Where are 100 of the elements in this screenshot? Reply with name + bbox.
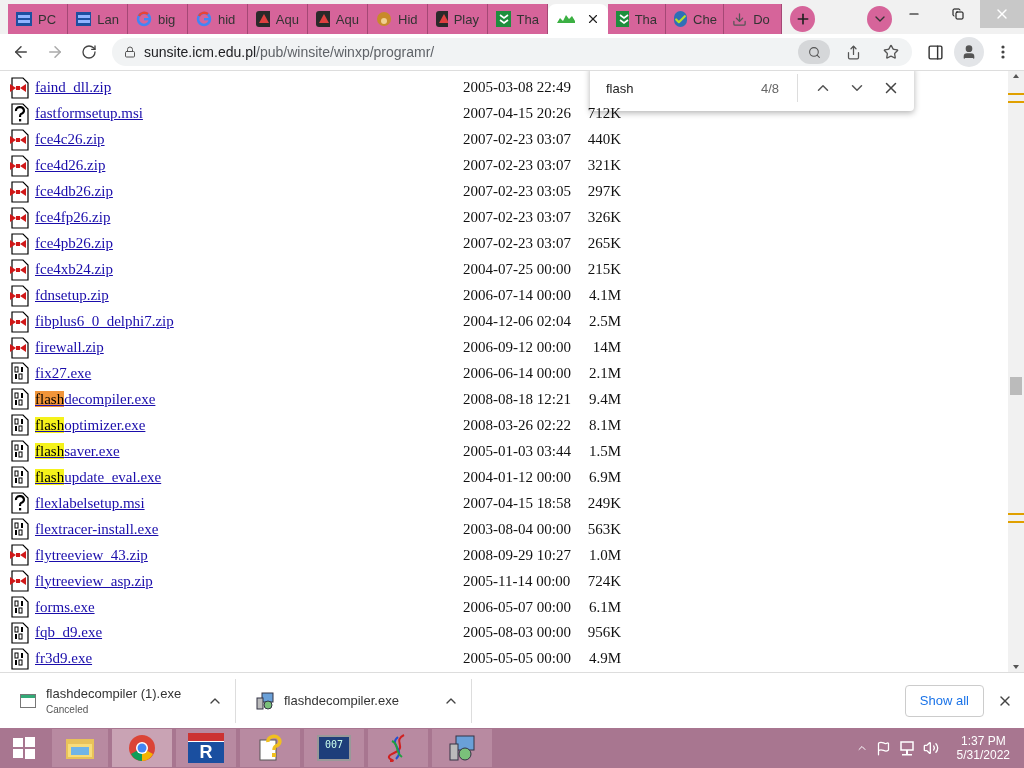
forward-arrow-icon — [46, 43, 64, 61]
date-text: 2005-05-05 00:00 — [463, 650, 572, 668]
browser-tab[interactable]: Aqu — [248, 4, 308, 34]
restore-icon — [952, 8, 964, 20]
compressed-file-icon — [10, 258, 30, 281]
match-count: 4/8 — [760, 80, 779, 96]
browser-tab[interactable]: Aqu — [308, 4, 368, 34]
size-text: 712K — [587, 105, 621, 123]
tab-search-button[interactable] — [867, 6, 892, 32]
file-link[interactable]: fibplus6_0_delphi7.zip — [35, 313, 174, 330]
file-link[interactable]: flashsaver.exe — [35, 442, 120, 459]
file-link[interactable]: faind_dll.zip — [35, 79, 112, 96]
search-button[interactable] — [798, 40, 830, 64]
scrollbar[interactable] — [1008, 71, 1024, 672]
share-icon — [845, 44, 861, 60]
browser-tab[interactable]: PC — [8, 4, 68, 34]
compressed-file-icon — [10, 180, 30, 203]
browser-tab[interactable]: hid — [188, 4, 248, 34]
taskbar-button[interactable] — [112, 729, 172, 767]
file-link[interactable]: forms.exe — [35, 598, 95, 615]
browser-tab[interactable]: big — [128, 4, 188, 34]
date-text: 2006-07-14 00:00 — [463, 287, 572, 305]
browser-tab[interactable]: Tha — [607, 4, 667, 34]
file-link[interactable]: fqb_d9.exe — [35, 624, 103, 641]
file-link[interactable]: firewall.zip — [35, 339, 104, 355]
compressed-file-icon — [10, 336, 30, 359]
taskbar-button[interactable] — [240, 729, 300, 767]
unknown-file-icon — [10, 102, 30, 125]
date-text: 2007-04-15 20:26 — [463, 105, 572, 123]
download-item[interactable]: flashdecompiler.exe — [236, 678, 472, 723]
date-text: 2008-03-26 02:22 — [463, 416, 572, 434]
compressed-file-icon — [10, 310, 30, 333]
date-text: 2006-05-07 00:00 — [463, 598, 572, 616]
size-text: 2.1M — [587, 364, 621, 382]
compressed-file-icon — [10, 154, 30, 177]
file-link[interactable]: fastformsetup.msi — [35, 105, 143, 122]
binary-file-icon — [10, 466, 30, 489]
file-link[interactable]: flextracer-install.exe — [35, 520, 159, 537]
taskbar-button[interactable] — [432, 729, 492, 767]
network-icon[interactable] — [898, 740, 915, 756]
size-text: 215K — [587, 261, 621, 279]
browser-tab[interactable]: Che — [666, 4, 725, 34]
help-document-icon — [257, 734, 283, 762]
file-link[interactable]: flexlabelsetup.msi — [35, 494, 145, 511]
find-field[interactable]: flash — [604, 79, 748, 97]
file-link[interactable]: fix27.exe — [35, 364, 92, 381]
taskbar-button[interactable]: 007 — [304, 729, 364, 767]
file-link[interactable]: fdnsetup.zip — [35, 287, 109, 304]
new-tab-button[interactable] — [790, 6, 816, 32]
compressed-file-icon — [10, 570, 30, 593]
browser-tab[interactable]: Do — [724, 4, 783, 34]
size-text: 6.9M — [587, 468, 621, 486]
site-logo-icon — [76, 12, 92, 26]
compressed-file-icon — [10, 544, 30, 567]
url-text: sunsite.icm.edu.pl/pub/winsite/winxp/programr/ — [144, 44, 435, 60]
file-link[interactable]: flytreeview_43.zip — [35, 546, 148, 563]
flag-icon[interactable] — [875, 740, 891, 756]
site-logo-icon — [16, 12, 32, 26]
unknown-file-icon — [10, 492, 30, 515]
file-link[interactable]: fce4fp26.zip — [35, 209, 111, 226]
taskbar-button[interactable] — [52, 729, 108, 767]
download-item[interactable]: flashdecompiler (1).exe Canceled — [0, 678, 236, 723]
date-text: 2007-02-23 03:07 — [463, 209, 572, 227]
binary-file-icon — [10, 647, 30, 670]
date-text: 2006-06-14 00:00 — [463, 364, 572, 382]
g-logo-icon — [196, 11, 212, 27]
file-link[interactable]: fce4c26.zip — [35, 131, 105, 148]
show-all-button[interactable]: Show all — [904, 684, 984, 717]
date-text: 2008-09-29 10:27 — [463, 546, 572, 564]
browser-tab[interactable]: Play — [428, 4, 488, 34]
date-text: 2007-02-23 03:07 — [463, 157, 572, 175]
reload-icon — [81, 44, 97, 60]
date-text: 2008-08-18 12:21 — [463, 390, 572, 408]
address-bar[interactable]: sunsite.icm.edu.pl/pub/winsite/winxp/programr/ — [112, 38, 912, 66]
file-link[interactable]: fr3d9.exe — [35, 650, 93, 667]
browser-tab[interactable]: Lan — [68, 4, 128, 34]
size-text: 440K — [587, 131, 621, 149]
file-link[interactable]: flashoptimizer.exe — [35, 416, 146, 433]
window-icon — [20, 693, 36, 708]
taskbar-button[interactable]: R — [176, 729, 236, 767]
file-link[interactable]: fce4d26.zip — [35, 157, 106, 174]
compressed-file-icon — [10, 206, 30, 229]
size-text: 321K — [587, 157, 621, 175]
file-link[interactable]: fce4pb26.zip — [35, 235, 113, 252]
clock[interactable]: 1:37 PM 5/31/2022 — [956, 734, 1010, 762]
game-logo-icon — [256, 11, 270, 27]
file-link[interactable]: fce4xb24.zip — [35, 261, 113, 278]
file-link[interactable]: fce4db26.zip — [35, 183, 113, 200]
file-link[interactable]: flytreeview_asp.zip — [35, 572, 153, 589]
scroll-thumb[interactable] — [1010, 377, 1022, 395]
date-text: 2007-04-15 18:58 — [463, 494, 572, 512]
date-text: 2006-09-12 00:00 — [463, 339, 572, 356]
date-text: 2005-11-14 00:00 — [463, 572, 572, 590]
date-text: 2005-01-03 03:44 — [463, 442, 572, 460]
browser-tab[interactable]: Hid — [368, 4, 428, 34]
size-text: 297K — [587, 183, 621, 201]
date-text: 2004-01-12 00:00 — [463, 468, 572, 486]
volume-icon[interactable] — [922, 740, 939, 756]
profile-button[interactable] — [954, 37, 984, 67]
browser-tab[interactable]: Tha — [488, 4, 548, 34]
